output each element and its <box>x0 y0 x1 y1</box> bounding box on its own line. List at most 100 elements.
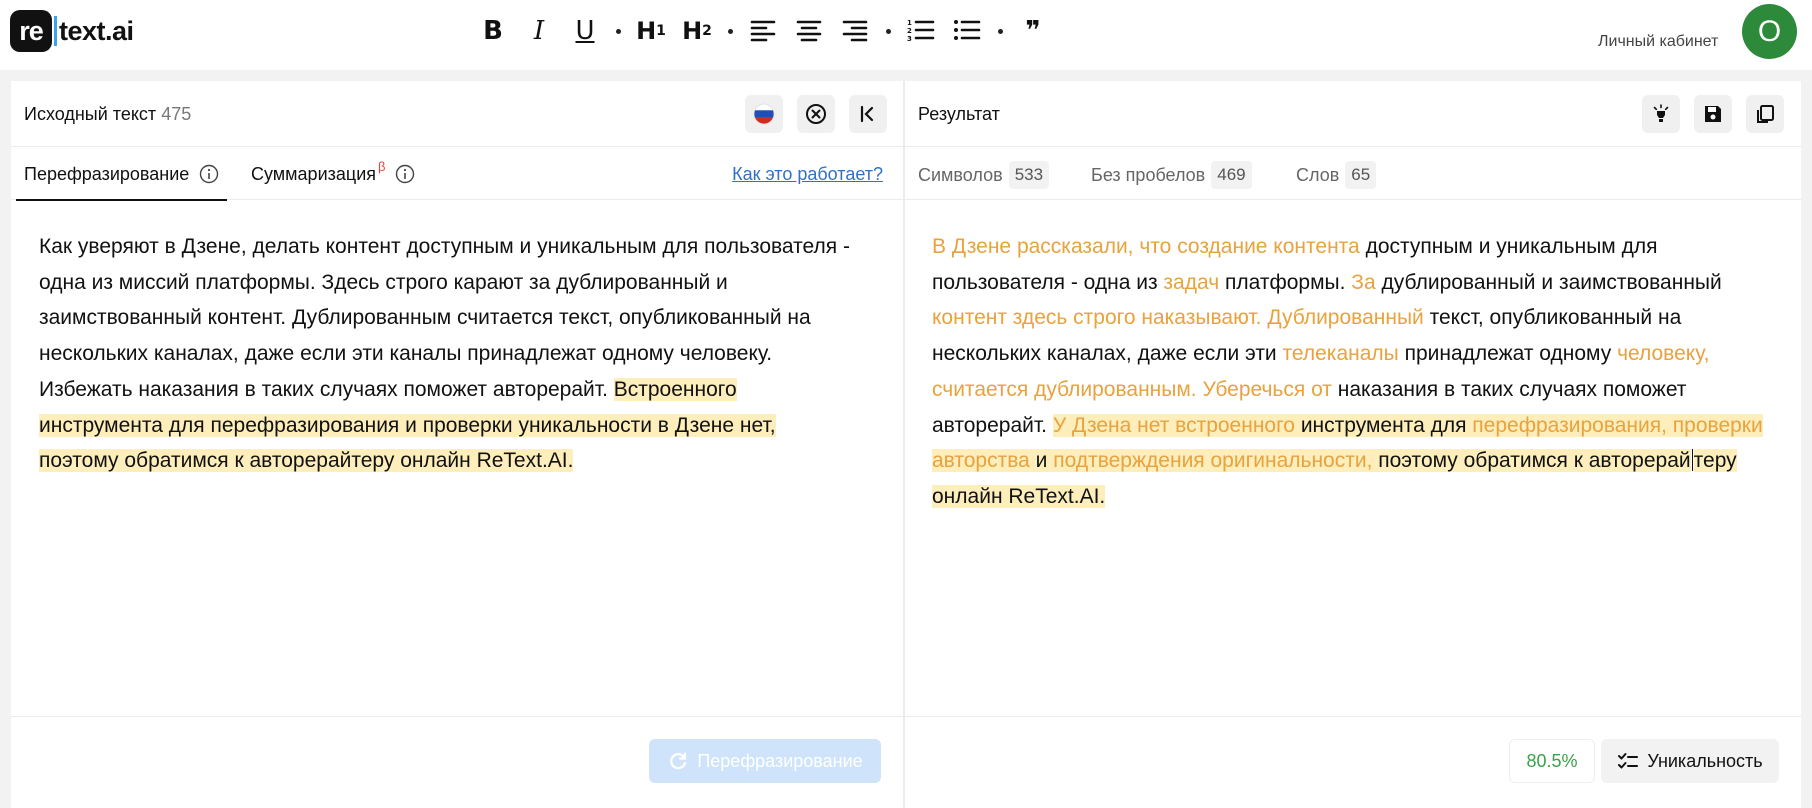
source-char-count: 475 <box>161 104 192 124</box>
uniqueness-button-label: Уникальность <box>1647 750 1763 771</box>
bullet-list-icon <box>954 20 981 40</box>
svg-text:1: 1 <box>907 19 912 27</box>
result-panel: Результат Символов 533 Без пробелов 469 … <box>905 81 1801 808</box>
result-text: платформы. <box>1219 270 1352 294</box>
russia-flag-icon <box>753 103 775 125</box>
cabinet-link[interactable]: Личный кабинет <box>1598 33 1718 51</box>
uniqueness-score: 80.5% <box>1509 739 1595 783</box>
source-footer: Перефразирование <box>11 716 903 808</box>
changed-text: В Дзене рассказали, что создание контент… <box>932 235 1360 258</box>
tab-summarize[interactable]: Суммаризация β <box>251 148 415 200</box>
source-text: Как уверяют в Дзене, делать контент дост… <box>39 235 850 401</box>
how-it-works-link[interactable]: Как это работает? <box>732 164 883 185</box>
result-text: дублированный и заимствованный <box>1375 270 1722 294</box>
align-right-icon <box>842 20 868 42</box>
stat-no-spaces-label: Без пробелов <box>1091 164 1206 185</box>
heading1-letter: H <box>636 17 657 45</box>
save-button[interactable] <box>1694 95 1732 133</box>
result-text-highlight: и <box>1029 449 1054 473</box>
result-text-highlight: поэтому обратимся к авторерай <box>1372 449 1691 473</box>
info-icon[interactable] <box>199 164 219 184</box>
numbered-list-icon: 123 <box>907 19 935 43</box>
save-icon <box>1705 106 1721 122</box>
logo-mark: re <box>10 10 52 52</box>
changed-text: За <box>1351 270 1376 294</box>
stat-chars: Символов 533 <box>918 160 1050 190</box>
checklist-icon <box>1618 753 1639 769</box>
changed-text: задач <box>1163 270 1220 294</box>
changed-text: контент здесь строго наказывают. Дублиро… <box>932 306 1424 330</box>
source-panel: Исходный текст 475 Перефразирование Сумм… <box>11 81 903 808</box>
paraphrase-button-label: Перефразирование <box>697 750 863 771</box>
toolbar-separator <box>884 27 892 35</box>
bullet-list-button[interactable] <box>944 8 990 54</box>
clear-button[interactable] <box>797 95 835 133</box>
result-text-highlight: инструмента для <box>1294 413 1473 437</box>
toolbar-separator <box>726 27 734 35</box>
numbered-list-button[interactable]: 123 <box>898 8 944 54</box>
tab-summarize-label: Суммаризация <box>251 163 376 184</box>
heading2-letter: H <box>682 17 703 45</box>
result-header: Результат <box>905 81 1801 147</box>
stat-chars-label: Символов <box>918 164 1003 185</box>
collapse-left-icon <box>860 105 874 123</box>
result-textarea[interactable]: В Дзене рассказали, что создание контент… <box>932 229 1792 515</box>
stat-chars-value: 533 <box>1008 161 1050 189</box>
refresh-icon <box>670 752 687 770</box>
top-bar: re text.ai B I U H1 H2 123 ❞ Личный каби… <box>0 0 1812 70</box>
text-cursor <box>1691 449 1693 472</box>
format-toolbar: B I U H1 H2 123 ❞ <box>470 8 1056 54</box>
logo-text: text.ai <box>59 15 134 46</box>
stat-words-value: 65 <box>1345 161 1377 189</box>
info-icon[interactable] <box>395 164 415 184</box>
tab-paraphrase[interactable]: Перефразирование <box>15 148 228 201</box>
language-button[interactable] <box>745 95 783 133</box>
stat-words-label: Слов <box>1296 164 1340 185</box>
underline-button[interactable]: U <box>562 8 608 54</box>
result-text: принадлежат одному <box>1398 342 1618 366</box>
tab-paraphrase-label: Перефразирование <box>24 163 190 184</box>
align-center-button[interactable] <box>786 8 832 54</box>
logo-divider <box>54 16 57 46</box>
result-title: Результат <box>918 104 1000 124</box>
heading2-sub: 2 <box>702 23 712 39</box>
svg-text:3: 3 <box>907 35 912 43</box>
toolbar-separator <box>996 27 1004 35</box>
changed-text-highlight: подтверждения оригинальности, <box>1053 449 1373 473</box>
source-title-text: Исходный текст <box>24 104 157 124</box>
align-left-button[interactable] <box>740 8 786 54</box>
bold-button[interactable]: B <box>470 8 516 54</box>
mode-tabs: Перефразирование Суммаризация β Как это … <box>11 148 903 201</box>
stat-words: Слов 65 <box>1296 160 1377 190</box>
changed-text-highlight: У Дзена нет встроенного <box>1052 413 1295 437</box>
hint-button[interactable] <box>1642 95 1680 133</box>
heading1-sub: 1 <box>656 23 666 39</box>
changed-text: телеканалы <box>1282 342 1399 366</box>
beta-badge: β <box>378 158 386 174</box>
copy-icon <box>1757 105 1774 123</box>
heading2-button[interactable]: H2 <box>674 8 720 54</box>
avatar[interactable]: О <box>1742 4 1797 59</box>
logo[interactable]: re text.ai <box>10 10 134 52</box>
align-right-button[interactable] <box>832 8 878 54</box>
heading1-button[interactable]: H1 <box>628 8 674 54</box>
italic-button[interactable]: I <box>516 8 562 54</box>
paraphrase-button[interactable]: Перефразирование <box>649 739 881 783</box>
source-header: Исходный текст 475 <box>11 81 903 147</box>
uniqueness-button[interactable]: Уникальность <box>1601 739 1779 783</box>
copy-button[interactable] <box>1746 95 1784 133</box>
clear-circle-icon <box>806 104 826 124</box>
toolbar-separator <box>614 27 622 35</box>
result-stats: Символов 533 Без пробелов 469 Слов 65 <box>905 148 1801 200</box>
collapse-button[interactable] <box>849 95 887 133</box>
quote-button[interactable]: ❞ <box>1010 8 1056 54</box>
stat-no-spaces-value: 469 <box>1211 161 1252 189</box>
stat-no-spaces: Без пробелов 469 <box>1091 160 1252 190</box>
source-title: Исходный текст 475 <box>24 104 191 125</box>
svg-text:2: 2 <box>907 27 912 35</box>
source-textarea[interactable]: Как уверяют в Дзене, делать контент дост… <box>39 229 859 479</box>
result-footer: 80.5% Уникальность <box>905 716 1801 808</box>
lightbulb-icon <box>1653 104 1669 122</box>
align-left-icon <box>750 20 776 42</box>
align-center-icon <box>796 20 822 42</box>
